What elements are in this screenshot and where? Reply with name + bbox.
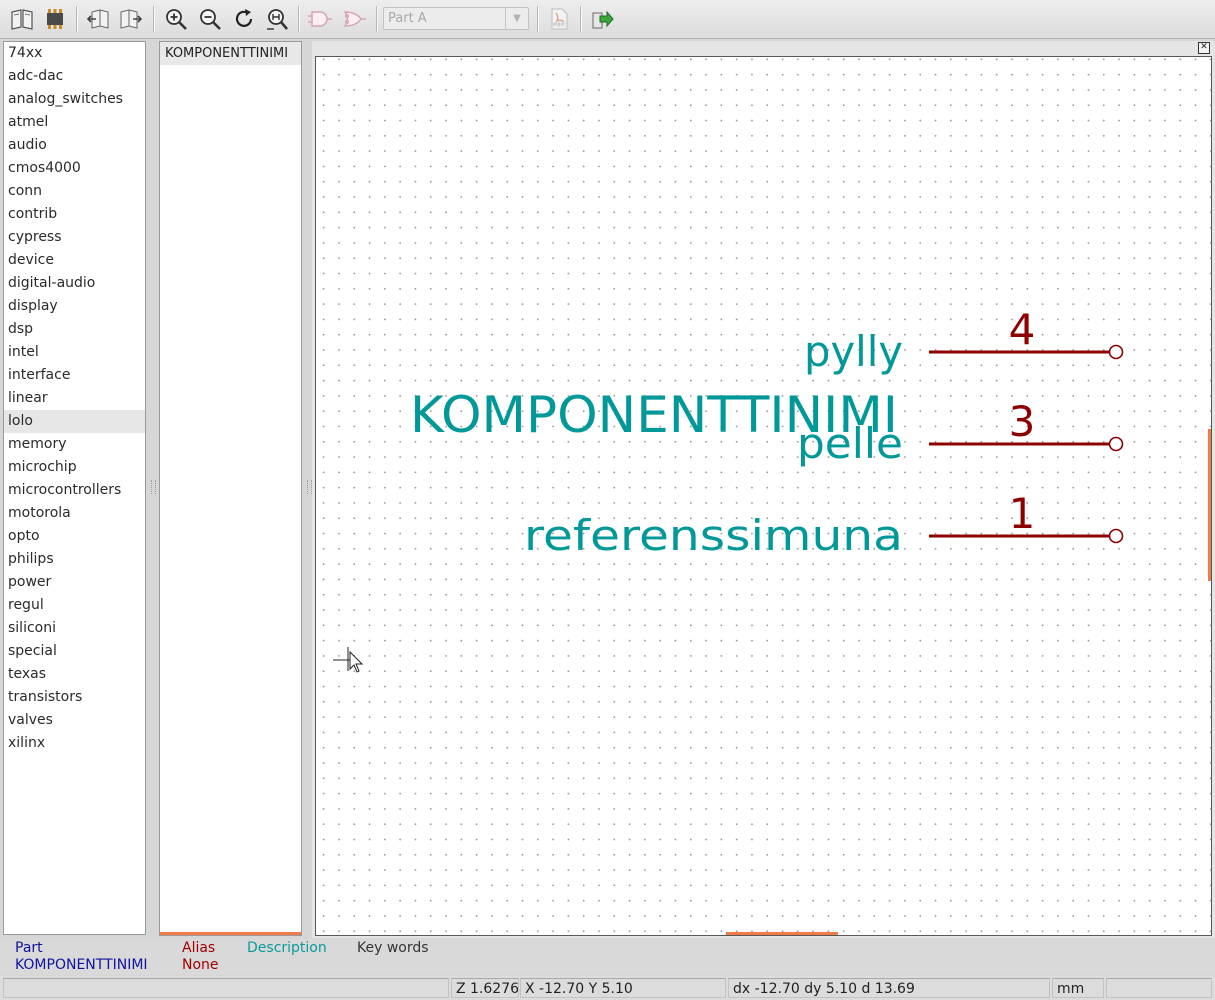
toolbar-separator <box>376 6 378 32</box>
info-description: Description <box>247 940 327 957</box>
redraw-icon[interactable] <box>230 5 258 33</box>
next-component-icon[interactable] <box>117 5 145 33</box>
component-name-field: KOMPONENTTINIMI <box>410 386 898 444</box>
info-alias-label: Alias <box>182 940 216 956</box>
canvas-horizontal-scrollbar[interactable] <box>726 932 838 935</box>
close-icon[interactable]: ✕ <box>1198 42 1210 54</box>
export-to-schematic-icon[interactable] <box>588 5 616 33</box>
info-description-label: Description <box>247 940 327 956</box>
info-keywords: Key words <box>357 940 429 957</box>
mouse-pointer-icon <box>349 650 364 673</box>
library-item-dsp[interactable]: dsp <box>4 318 145 341</box>
library-item-microchip[interactable]: microchip <box>4 456 145 479</box>
library-list[interactable]: 74xx adc-dac analog_switches atmel audio cmos… <box>3 41 146 935</box>
zoom-in-icon[interactable] <box>162 5 190 33</box>
status-message <box>3 978 449 998</box>
library-item-lolo[interactable]: lolo <box>4 410 145 433</box>
library-item-transistors[interactable]: transistors <box>4 686 145 709</box>
library-item-conn[interactable]: conn <box>4 180 145 203</box>
status-extra <box>1106 978 1212 998</box>
zoom-fit-icon[interactable] <box>263 5 291 33</box>
body-style-normal-icon[interactable] <box>306 5 334 33</box>
library-item-digital-audio[interactable]: digital-audio <box>4 272 145 295</box>
library-item-contrib[interactable]: contrib <box>4 203 145 226</box>
toolbar-separator <box>76 6 78 32</box>
info-alias: Alias None <box>182 940 219 974</box>
status-delta: dx -12.70 dy 5.10 d 13.69 <box>728 978 1050 998</box>
info-bar: Part KOMPONENTTINIMI Alias None Descript… <box>0 939 1215 975</box>
pin-number-1: 1 <box>1009 489 1036 538</box>
toolbar-separator <box>153 6 155 32</box>
library-item-cypress[interactable]: cypress <box>4 226 145 249</box>
pin-end-3 <box>1108 436 1124 452</box>
library-browse-icon[interactable] <box>8 5 36 33</box>
part-select-value: Part A <box>388 11 427 26</box>
list-item[interactable]: KOMPONENTTINIMI <box>160 42 301 65</box>
library-item-microcontrollers[interactable]: microcontrollers <box>4 479 145 502</box>
zoom-out-icon[interactable] <box>196 5 224 33</box>
library-item-display[interactable]: display <box>4 295 145 318</box>
canvas-frame: ✕ 4 3 1 pylly pelle referenssimuna KOMPO… <box>312 41 1215 938</box>
library-item-special[interactable]: special <box>4 640 145 663</box>
info-keywords-label: Key words <box>357 940 429 956</box>
pin-number-3: 3 <box>1009 397 1036 446</box>
library-item-linear[interactable]: linear <box>4 387 145 410</box>
status-cursor-position: X -12.70 Y 5.10 <box>520 978 726 998</box>
canvas-vertical-scrollbar[interactable] <box>1208 429 1211 581</box>
pdf-datasheet-icon[interactable] <box>545 5 573 33</box>
component-preview: 4 3 1 pylly pelle referenssimuna KOMPONE… <box>333 305 1124 673</box>
pin-end-1 <box>1108 528 1124 544</box>
pin-end-4 <box>1108 344 1124 360</box>
pin-number-4: 4 <box>1009 305 1036 354</box>
library-item-interface[interactable]: interface <box>4 364 145 387</box>
component-select-icon[interactable] <box>41 5 69 33</box>
library-item-opto[interactable]: opto <box>4 525 145 548</box>
library-item-power[interactable]: power <box>4 571 145 594</box>
chevron-down-icon: ▼ <box>505 8 528 29</box>
library-item-device[interactable]: device <box>4 249 145 272</box>
library-item-philips[interactable]: philips <box>4 548 145 571</box>
info-part-label: Part <box>15 940 43 956</box>
schematic-canvas[interactable]: 4 3 1 pylly pelle referenssimuna KOMPONE… <box>315 56 1212 936</box>
library-item-analog_switches[interactable]: analog_switches <box>4 88 145 111</box>
library-item-regul[interactable]: regul <box>4 594 145 617</box>
library-item-atmel[interactable]: atmel <box>4 111 145 134</box>
library-item-siliconi[interactable]: siliconi <box>4 617 145 640</box>
library-item-audio[interactable]: audio <box>4 134 145 157</box>
library-item-intel[interactable]: intel <box>4 341 145 364</box>
body-style-demorgan-icon[interactable] <box>340 5 368 33</box>
pin-name-4: pylly <box>804 327 903 376</box>
library-item-motorola[interactable]: motorola <box>4 502 145 525</box>
main-toolbar: Part A ▼ <box>0 0 1215 39</box>
pin-name-1: referenssimuna <box>524 511 903 560</box>
component-list-scrollbar[interactable] <box>160 932 301 935</box>
status-units: mm <box>1052 978 1104 998</box>
library-item-valves[interactable]: valves <box>4 709 145 732</box>
info-part: Part KOMPONENTTINIMI <box>15 940 148 974</box>
info-part-value: KOMPONENTTINIMI <box>15 957 148 973</box>
library-item-adc-dac[interactable]: adc-dac <box>4 65 145 88</box>
previous-component-icon[interactable] <box>84 5 112 33</box>
library-item-cmos4000[interactable]: cmos4000 <box>4 157 145 180</box>
toolbar-separator <box>537 6 539 32</box>
library-item-xilinx[interactable]: xilinx <box>4 732 145 755</box>
toolbar-separator <box>298 6 300 32</box>
library-item-74xx[interactable]: 74xx <box>4 42 145 65</box>
status-zoom: Z 1.62765 <box>451 978 519 998</box>
library-splitter[interactable] <box>151 480 156 494</box>
info-alias-value: None <box>182 957 219 973</box>
toolbar-separator <box>580 6 582 32</box>
library-item-texas[interactable]: texas <box>4 663 145 686</box>
component-list[interactable]: KOMPONENTTINIMI <box>159 41 302 936</box>
status-bar: Z 1.62765 X -12.70 Y 5.10 dx -12.70 dy 5… <box>0 976 1215 1000</box>
part-select[interactable]: Part A ▼ <box>383 7 529 30</box>
library-item-memory[interactable]: memory <box>4 433 145 456</box>
